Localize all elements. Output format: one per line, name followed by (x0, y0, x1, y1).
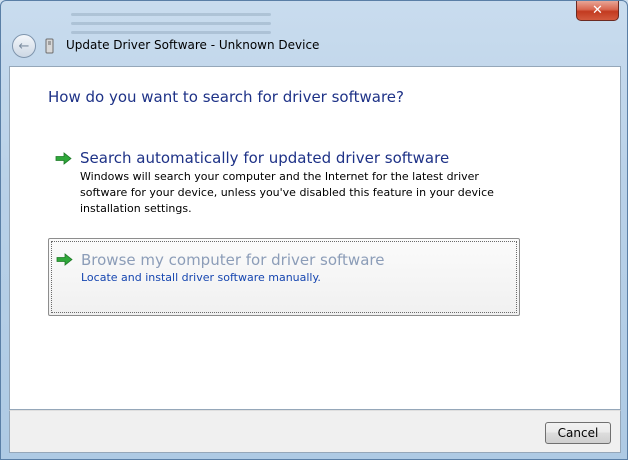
browse-computer-description: Locate and install driver software manua… (81, 271, 321, 284)
close-icon: ✕ (592, 3, 603, 18)
dialog-window: ✕ ← Update Driver Software - Unknown Dev… (0, 0, 628, 460)
green-arrow-icon (55, 152, 72, 165)
back-button[interactable]: ← (12, 34, 36, 58)
page-heading: How do you want to search for driver sof… (48, 88, 404, 106)
footer-bar: Cancel (9, 410, 621, 453)
device-icon (45, 38, 54, 54)
browse-computer-option[interactable]: Browse my computer for driver software L… (48, 238, 520, 316)
content-panel: How do you want to search for driver sof… (9, 66, 621, 410)
browse-computer-title: Browse my computer for driver software (81, 251, 385, 269)
search-automatically-description: Windows will search your computer and th… (80, 170, 494, 215)
cancel-button[interactable]: Cancel (545, 422, 611, 444)
background-window-ghost (71, 7, 271, 40)
close-button[interactable]: ✕ (576, 1, 619, 21)
search-automatically-option[interactable]: Search automatically for updated driver … (80, 149, 449, 167)
green-arrow-icon (56, 253, 73, 266)
back-arrow-icon: ← (18, 38, 30, 54)
window-title: Update Driver Software - Unknown Device (66, 38, 320, 52)
